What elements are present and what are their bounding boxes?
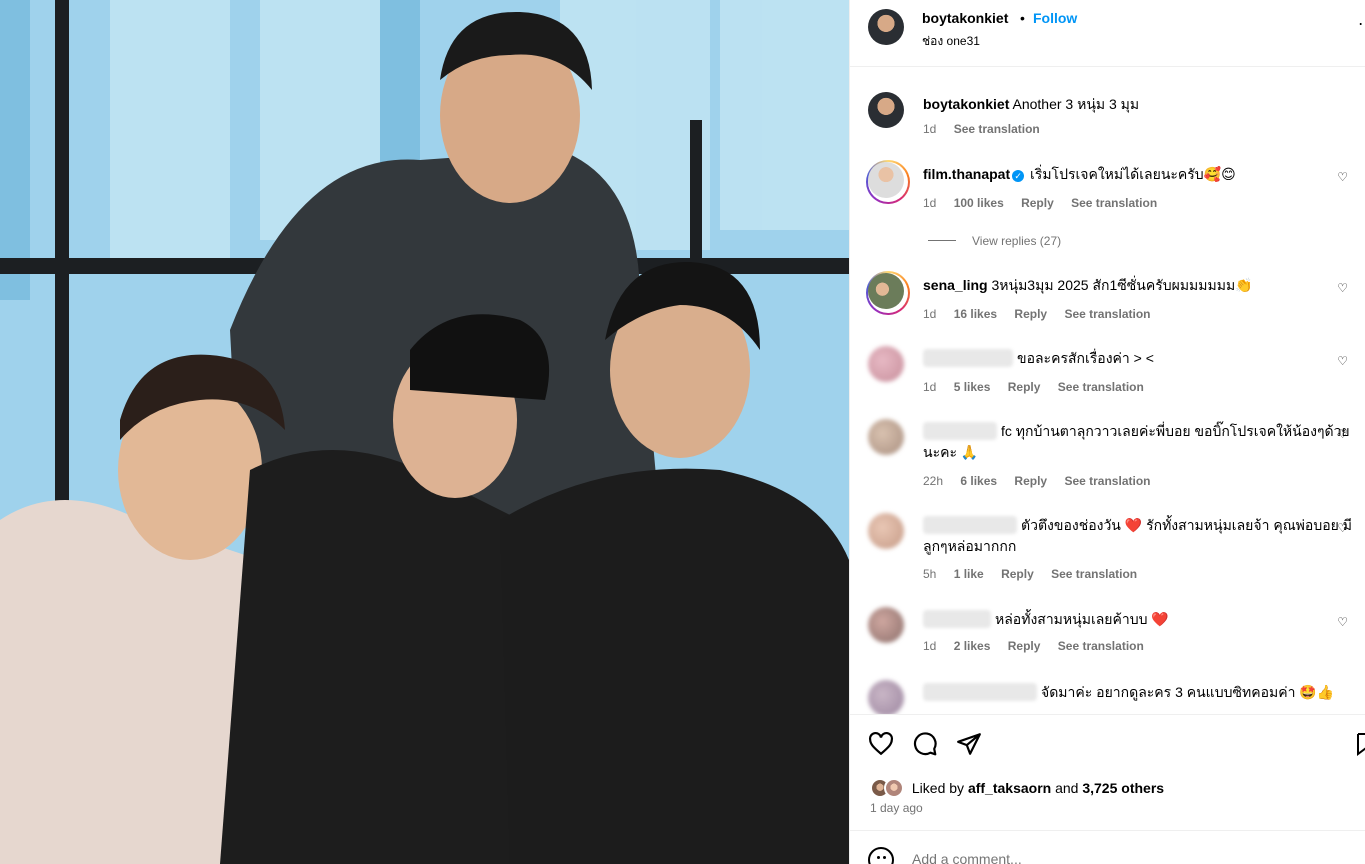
commenter-avatar[interactable] bbox=[868, 419, 904, 455]
bookmark-icon[interactable] bbox=[1356, 731, 1365, 757]
comment-time: 22h bbox=[923, 474, 944, 488]
post-timestamp[interactable]: 1 day ago bbox=[870, 801, 923, 815]
comment-time: 1d bbox=[923, 307, 937, 321]
commenter-avatar[interactable] bbox=[868, 346, 904, 382]
liker-avatars bbox=[870, 778, 908, 798]
commenter-avatar[interactable] bbox=[868, 680, 904, 714]
commenter-username[interactable]: film.thanapat bbox=[923, 166, 1010, 182]
comment-likes[interactable]: 2 likes bbox=[954, 639, 991, 653]
caption-time: 1d bbox=[923, 122, 937, 136]
add-comment-bar bbox=[850, 830, 1365, 864]
reply-button[interactable]: Reply bbox=[1008, 639, 1041, 653]
see-translation-link[interactable]: See translation bbox=[1058, 639, 1144, 653]
view-replies-button[interactable]: View replies (27) bbox=[928, 234, 1061, 248]
comment-likes[interactable]: 6 likes bbox=[960, 474, 997, 488]
reply-button[interactable]: Reply bbox=[1021, 196, 1054, 210]
comment-time: 1d bbox=[923, 639, 937, 653]
verified-badge-icon: ✓ bbox=[1012, 170, 1025, 182]
commenter-avatar[interactable] bbox=[868, 513, 904, 549]
commenter-username[interactable] bbox=[923, 422, 997, 440]
commenter-avatar bbox=[868, 273, 904, 309]
commenter-avatar bbox=[868, 162, 904, 198]
comment-likes[interactable]: 1 like bbox=[954, 567, 984, 581]
author-avatar[interactable] bbox=[868, 9, 904, 45]
comment-likes[interactable]: 5 likes bbox=[954, 380, 991, 394]
comment-time: 1d bbox=[923, 196, 937, 210]
comment-heart-icon[interactable]: ♡ bbox=[1337, 615, 1348, 629]
post-side-panel: boytakonkiet • Follow ช่อง one31 ⋯ boyta… bbox=[849, 0, 1365, 864]
commenter-username[interactable] bbox=[923, 516, 1017, 534]
see-translation-link[interactable]: See translation bbox=[1051, 567, 1137, 581]
liked-by-and: and bbox=[1055, 780, 1079, 796]
caption-avatar[interactable] bbox=[868, 92, 904, 128]
comment-text: ขอละครสักเรื่องค่า > < bbox=[1017, 350, 1154, 366]
post-header: boytakonkiet • Follow ช่อง one31 ⋯ bbox=[850, 0, 1365, 67]
comment-heart-icon[interactable]: ♡ bbox=[1337, 521, 1348, 535]
comment-heart-icon[interactable]: ♡ bbox=[1337, 281, 1348, 295]
comment-likes[interactable]: 100 likes bbox=[954, 196, 1004, 210]
reply-button[interactable]: Reply bbox=[1001, 567, 1034, 581]
comment-text: 3หนุ่ม3มุม 2025 สัก1ซีซั่นครับผมมมมมม👏 bbox=[991, 277, 1253, 293]
see-translation-link[interactable]: See translation bbox=[954, 122, 1040, 136]
comments-list[interactable]: boytakonkiet Another 3 หนุ่ม 3 มุม 1d Se… bbox=[850, 68, 1365, 714]
emoji-icon[interactable] bbox=[868, 847, 894, 864]
comment-icon[interactable] bbox=[912, 731, 938, 757]
see-translation-link[interactable]: See translation bbox=[1058, 380, 1144, 394]
comment-time: 1d bbox=[923, 380, 937, 394]
comment-heart-icon[interactable]: ♡ bbox=[1337, 354, 1348, 368]
heart-icon[interactable] bbox=[868, 731, 894, 757]
commenter-username[interactable] bbox=[923, 349, 1013, 367]
caption-text: Another 3 หนุ่ม 3 มุม bbox=[1012, 96, 1140, 112]
author-username[interactable]: boytakonkiet bbox=[922, 10, 1008, 26]
post-actions: Liked by aff_taksaorn and 3,725 others 1… bbox=[850, 714, 1365, 830]
liker-username[interactable]: aff_taksaorn bbox=[968, 780, 1051, 796]
share-icon[interactable] bbox=[956, 731, 982, 757]
reply-button[interactable]: Reply bbox=[1014, 307, 1047, 321]
comment-time: 5h bbox=[923, 567, 937, 581]
commenter-username[interactable] bbox=[923, 610, 991, 628]
commenter-avatar[interactable] bbox=[868, 607, 904, 643]
comment-text: เริ่มโปรเจคใหม่ได้เลยนะครับ🥰😊 bbox=[1030, 166, 1236, 182]
commenter-username[interactable] bbox=[923, 683, 1037, 701]
add-comment-input[interactable] bbox=[912, 851, 1292, 864]
story-ring[interactable] bbox=[866, 160, 910, 204]
see-translation-link[interactable]: See translation bbox=[1064, 307, 1150, 321]
more-horizontal-icon[interactable]: ⋯ bbox=[1358, 14, 1365, 34]
see-translation-link[interactable]: See translation bbox=[1071, 196, 1157, 210]
liked-by: Liked by aff_taksaorn and 3,725 others bbox=[870, 778, 1164, 798]
comment-heart-icon[interactable]: ♡ bbox=[1337, 170, 1348, 184]
comment-likes[interactable]: 16 likes bbox=[954, 307, 997, 321]
comment-text: จัดมาค่ะ อยากดูละคร 3 คนแบบซิทคอมค่า 🤩👍 bbox=[1041, 684, 1335, 700]
comment-text: หล่อทั้งสามหนุ่มเลยค้าบบ ❤️ bbox=[995, 611, 1169, 627]
post-photo-illustration bbox=[0, 0, 849, 864]
caption-username[interactable]: boytakonkiet bbox=[923, 96, 1009, 112]
post-photo[interactable] bbox=[0, 0, 849, 864]
follow-button[interactable]: Follow bbox=[1033, 10, 1077, 26]
story-ring[interactable] bbox=[866, 271, 910, 315]
likes-count[interactable]: 3,725 others bbox=[1082, 780, 1164, 796]
liked-by-prefix: Liked by bbox=[911, 780, 965, 796]
author-subtitle[interactable]: ช่อง one31 bbox=[922, 32, 980, 51]
commenter-username[interactable]: sena_ling bbox=[923, 277, 988, 293]
comment-heart-icon[interactable]: ♡ bbox=[1337, 427, 1348, 441]
reply-button[interactable]: Reply bbox=[1008, 380, 1041, 394]
see-translation-link[interactable]: See translation bbox=[1064, 474, 1150, 488]
reply-button[interactable]: Reply bbox=[1014, 474, 1047, 488]
header-separator: • bbox=[1020, 10, 1025, 26]
